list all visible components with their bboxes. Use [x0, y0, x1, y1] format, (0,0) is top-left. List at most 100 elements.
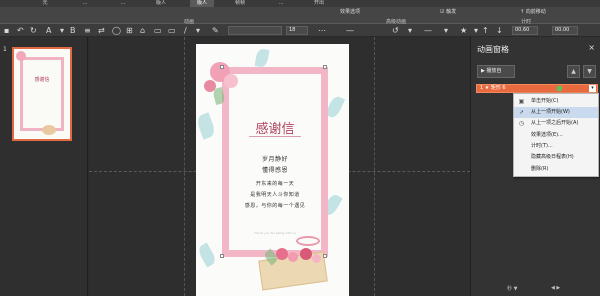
chevron-down-icon[interactable]: ▾: [474, 25, 478, 36]
flower-decoration: [16, 51, 26, 61]
align-icon[interactable]: ⇄: [98, 25, 105, 36]
cursor-icon: ➚: [518, 109, 525, 116]
guide-line: [374, 37, 375, 296]
more-icon[interactable]: ▾: [196, 25, 200, 36]
menu-item-label: 删除(R): [531, 166, 549, 172]
reorder-button[interactable]: ↑ 向前移动: [520, 8, 546, 15]
menu-item-remove[interactable]: 删除(R): [514, 164, 598, 175]
menu-item-after-previous[interactable]: ◷ 从上一项之后开始(A): [514, 118, 598, 129]
animation-item-label: 1 ★ 矩形 6: [480, 85, 506, 91]
menu-item-with-previous[interactable]: ➚ 从上一项开始(W): [514, 107, 598, 118]
slide-number: 1: [3, 46, 7, 53]
duration-field[interactable]: 00.60: [512, 26, 538, 35]
font-family-box[interactable]: [228, 26, 282, 35]
animation-context-menu: ▣ 单击开始(C) ➚ 从上一项开始(W) ◷ 从上一项之后开始(A) 效果选项…: [513, 93, 599, 177]
grid-icon[interactable]: ⋯: [318, 25, 326, 36]
seconds-dropdown[interactable]: 秒 ▼: [507, 285, 517, 292]
pin-icon[interactable]: ▾: [408, 25, 412, 36]
text-icon[interactable]: A: [46, 25, 51, 36]
chevron-down-icon[interactable]: ▾: [60, 25, 64, 36]
bold-icon[interactable]: B: [70, 25, 76, 36]
selection-handle[interactable]: [220, 254, 224, 258]
menu-item-label: 从上一项之后开始(A): [531, 120, 579, 126]
slide[interactable]: 感谢信 岁月静好 懂得感恩 开东来的每一天 是我明天人斗你知道 感恩，与你的每一…: [196, 44, 349, 296]
shapes-icon[interactable]: ◯: [112, 25, 121, 36]
ruler-icon[interactable]: —: [346, 25, 354, 36]
animation-list-item[interactable]: 1 ★ 矩形 6 ▾: [476, 84, 598, 93]
font-size-box[interactable]: 18: [286, 26, 308, 35]
shadow-icon[interactable]: ▾: [444, 25, 448, 36]
menu-item-on-click[interactable]: ▣ 单击开始(C): [514, 96, 598, 107]
close-icon[interactable]: ×: [588, 43, 595, 52]
slide-thumbnail-pane: 1 感谢信: [0, 37, 88, 296]
ribbon-tab-bar: 元 ... ... 版人 版人 帧帧 ... 开出: [0, 0, 600, 7]
textbox-icon[interactable]: ▭: [168, 25, 176, 36]
menu-item-timing[interactable]: 计时(T)...: [514, 141, 598, 152]
title-underline: [249, 136, 301, 137]
ribbon-bow: [296, 236, 320, 246]
star-icon[interactable]: ★: [460, 25, 467, 36]
letter-title: 感谢信: [255, 122, 295, 137]
ribbon-body: 动画 高级动画 计时 效果选项 ☑ 触发 ↑ 向前移动: [0, 7, 600, 25]
letter-line: 是我明天人斗你知道: [250, 192, 300, 198]
tab-design[interactable]: ...: [112, 0, 134, 7]
arrow-up-icon[interactable]: ↑: [482, 25, 489, 36]
picture-icon[interactable]: ▭: [154, 25, 162, 36]
delay-field[interactable]: 00.00: [552, 26, 578, 35]
guide-line: [184, 37, 185, 296]
move-down-button[interactable]: ▼: [583, 65, 596, 78]
letter-line: 开东来的每一天: [255, 181, 295, 187]
selection-handle[interactable]: [220, 65, 224, 69]
pink-frame[interactable]: 感谢信 岁月静好 懂得感恩 开东来的每一天 是我明天人斗你知道 感恩，与你的每一…: [222, 67, 328, 257]
tab-review[interactable]: ...: [270, 0, 292, 7]
mouse-icon: ▣: [518, 98, 525, 105]
line-icon[interactable]: /: [184, 25, 187, 36]
selection-handle[interactable]: [323, 254, 327, 258]
save-icon[interactable]: ▪: [4, 25, 9, 36]
undo-small-icon[interactable]: ↺: [392, 25, 399, 36]
menu-item-label: 计时(T)...: [531, 143, 553, 149]
tab-transitions[interactable]: 版人: [150, 0, 172, 7]
menu-item-effect-options[interactable]: 效果选项(E)...: [514, 130, 598, 141]
clock-icon: ◷: [518, 120, 525, 127]
timeline-scroll[interactable]: ◀ ▶: [551, 285, 560, 291]
menu-item-label: 效果选项(E)...: [531, 132, 563, 138]
tab-slideshow[interactable]: 帧帧: [228, 0, 252, 7]
flower-decoration: [276, 248, 288, 260]
slide-thumbnail[interactable]: 感谢信: [12, 47, 72, 141]
letter-line: 岁月静好: [261, 156, 288, 163]
format-painter-icon[interactable]: ✎: [212, 25, 219, 36]
flower-decoration: [300, 248, 312, 260]
chevron-down-icon[interactable]: ▾: [589, 85, 596, 92]
letter-area: 感谢信 岁月静好 懂得感恩 开东来的每一天 是我明天人斗你知道 感恩，与你的每一…: [229, 74, 321, 250]
leaf-decoration: [196, 112, 217, 140]
flower-decoration: [312, 254, 321, 263]
tab-home[interactable]: 元: [34, 0, 56, 7]
redo-icon[interactable]: ↻: [30, 25, 37, 36]
menu-item-label: 隐藏高级日程表(H): [531, 154, 574, 160]
tab-animations[interactable]: 版人: [190, 0, 214, 7]
tab-view[interactable]: 开出: [308, 0, 330, 7]
signature-text: Thank you for being with us: [254, 231, 296, 235]
menu-item-label: 从上一项开始(W): [531, 109, 570, 115]
menu-item-hide-timeline[interactable]: 隐藏高级日程表(H): [514, 152, 598, 163]
leaf-decoration: [254, 48, 270, 68]
selection-handle[interactable]: [323, 65, 327, 69]
tab-insert[interactable]: ...: [74, 0, 96, 7]
undo-icon[interactable]: ↶: [17, 25, 24, 36]
slide-canvas: 感谢信 岁月静好 懂得感恩 开东来的每一天 是我明天人斗你知道 感恩，与你的每一…: [89, 37, 470, 296]
menu-item-label: 单击开始(C): [531, 98, 559, 104]
arrange-icon[interactable]: ⊞: [126, 25, 133, 36]
frame-icon[interactable]: ⌂: [140, 25, 145, 36]
list-icon[interactable]: ≡: [84, 25, 91, 36]
letter-line: 感恩，与你的每一个遇见: [244, 203, 306, 209]
effect-options-button[interactable]: 效果选项: [340, 8, 360, 15]
play-from-button[interactable]: ▶ 播放自: [477, 65, 515, 78]
trigger-button[interactable]: ☑ 触发: [440, 8, 456, 15]
line-style-icon[interactable]: —: [424, 25, 432, 36]
animation-pane-title: 动画窗格: [477, 45, 509, 54]
timeline-bar: [557, 86, 562, 91]
move-up-button[interactable]: ▲: [567, 65, 580, 78]
arrow-down-icon[interactable]: ↓: [496, 25, 503, 36]
flower-decoration: [288, 252, 298, 262]
